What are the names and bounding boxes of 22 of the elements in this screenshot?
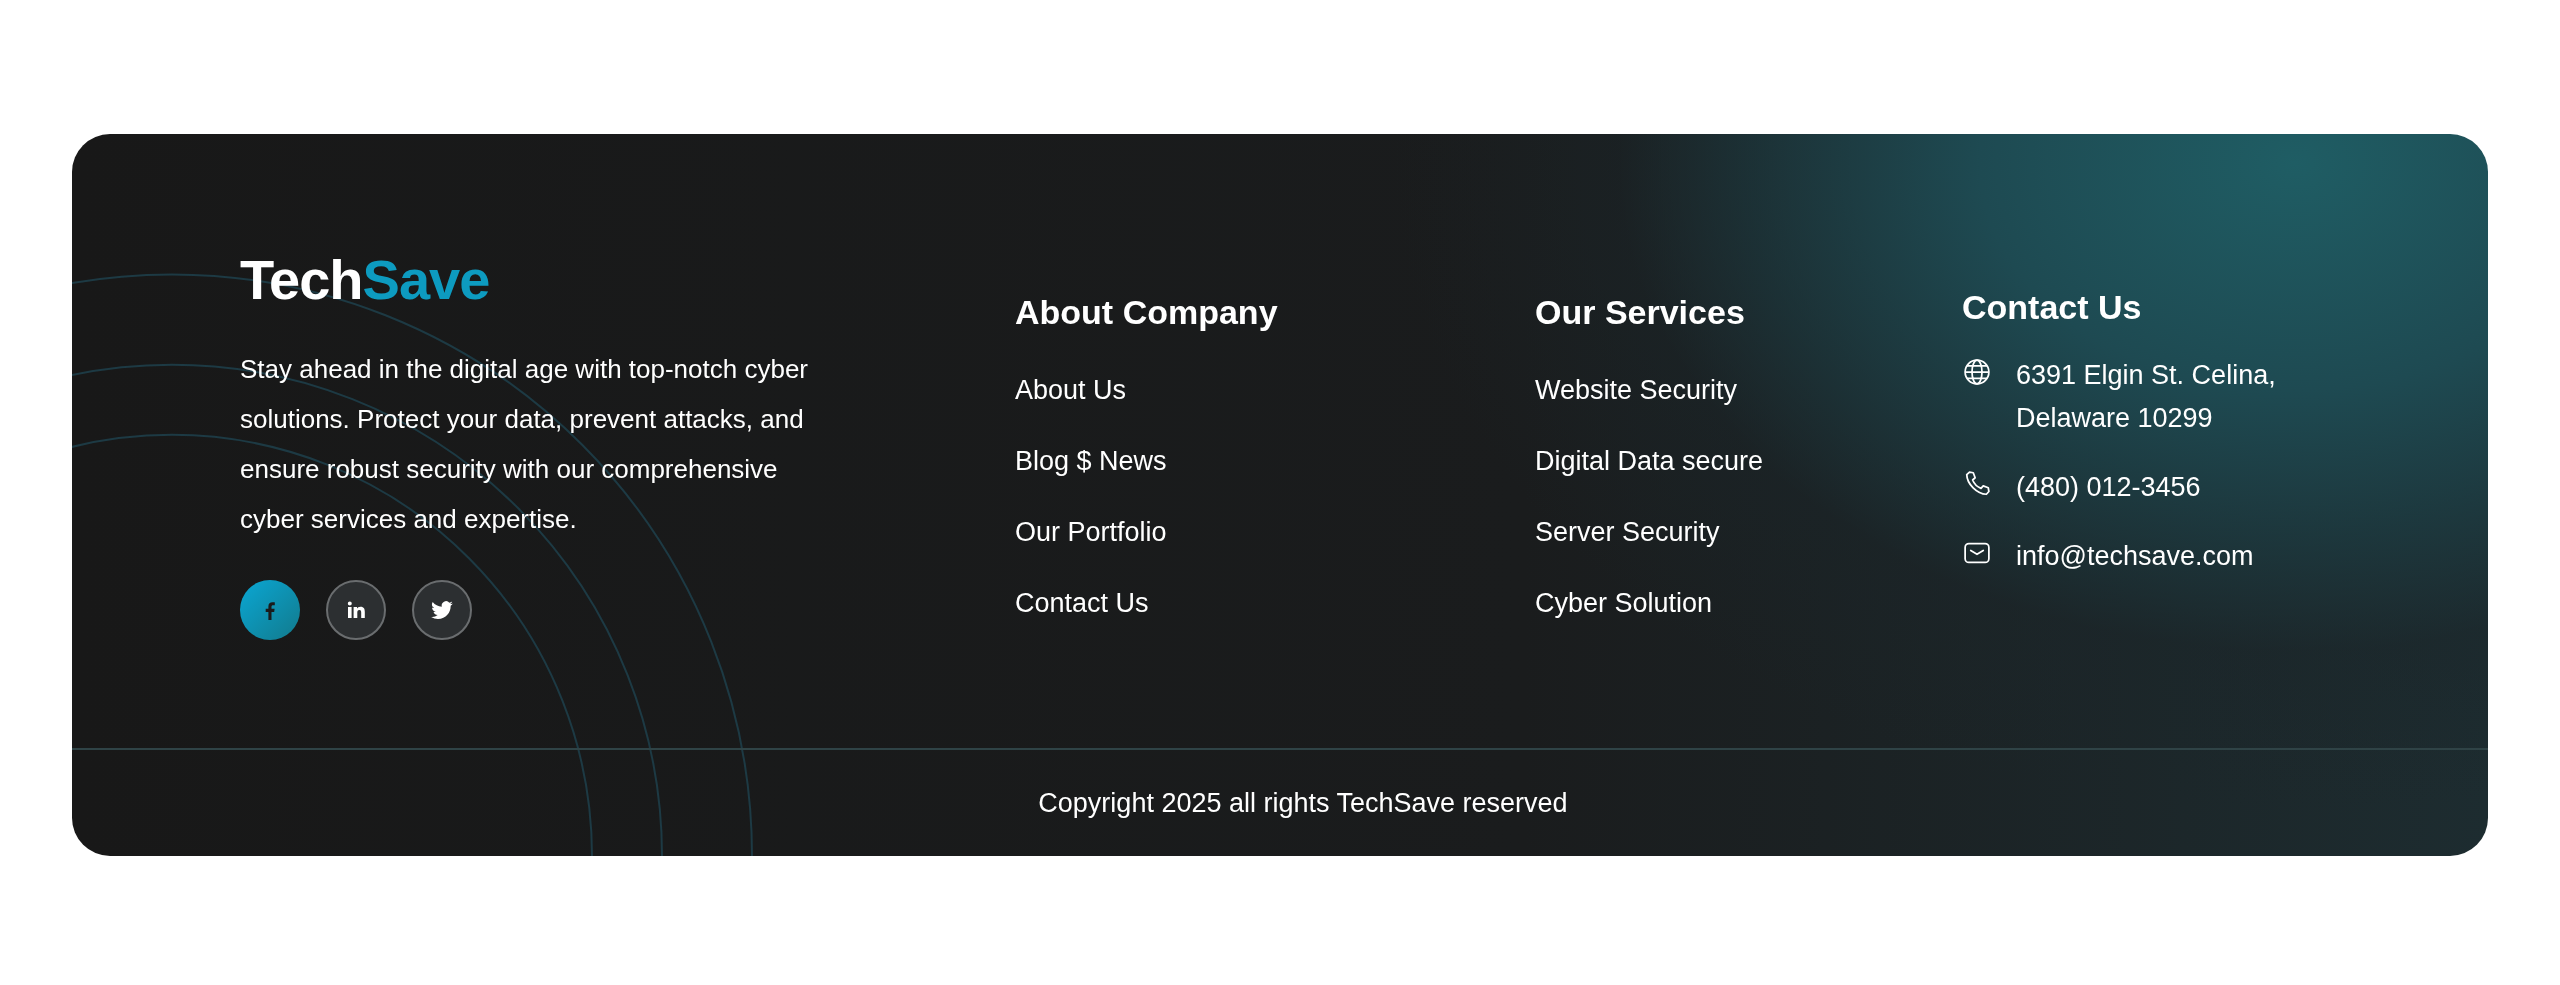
copyright-text: Copyright 2025 all rights TechSave reserved [1038, 787, 1568, 819]
footer-link[interactable]: Website Security [1535, 372, 1738, 408]
company-description: Stay ahead in the digital age with top-notch cyber solutions. Protect your data, prevent attacks, and ensure robust security with our comprehensive cyber services and expertise. [240, 353, 810, 536]
column-heading: About Company [1015, 292, 1278, 333]
footer-link[interactable]: Cyber Solution [1535, 585, 1713, 621]
globe-icon [1962, 356, 1992, 387]
footer-link[interactable]: Digital Data secure [1535, 443, 1764, 479]
address-text: 6391 Elgin St. Celina, [2016, 358, 2276, 392]
phone-text: (480) 012-3456 [2016, 470, 2201, 504]
techsave-logo: TechSave [240, 252, 491, 308]
column-heading: Contact Us [1962, 287, 2142, 328]
email-text: info@techsave.com [2016, 539, 2254, 573]
footer-link[interactable]: Server Security [1535, 514, 1720, 550]
column-heading: Our Services [1535, 292, 1745, 333]
address-text: Delaware 10299 [2016, 401, 2214, 435]
twitter-link[interactable] [412, 580, 472, 640]
footer-link[interactable]: About Us [1015, 372, 1127, 408]
facebook-link[interactable] [240, 580, 300, 640]
footer-link[interactable]: Our Portfolio [1015, 514, 1167, 550]
linkedin-link[interactable] [326, 580, 386, 640]
footer-link[interactable]: Blog $ News [1015, 443, 1167, 479]
footer-link[interactable]: Contact Us [1015, 585, 1149, 621]
